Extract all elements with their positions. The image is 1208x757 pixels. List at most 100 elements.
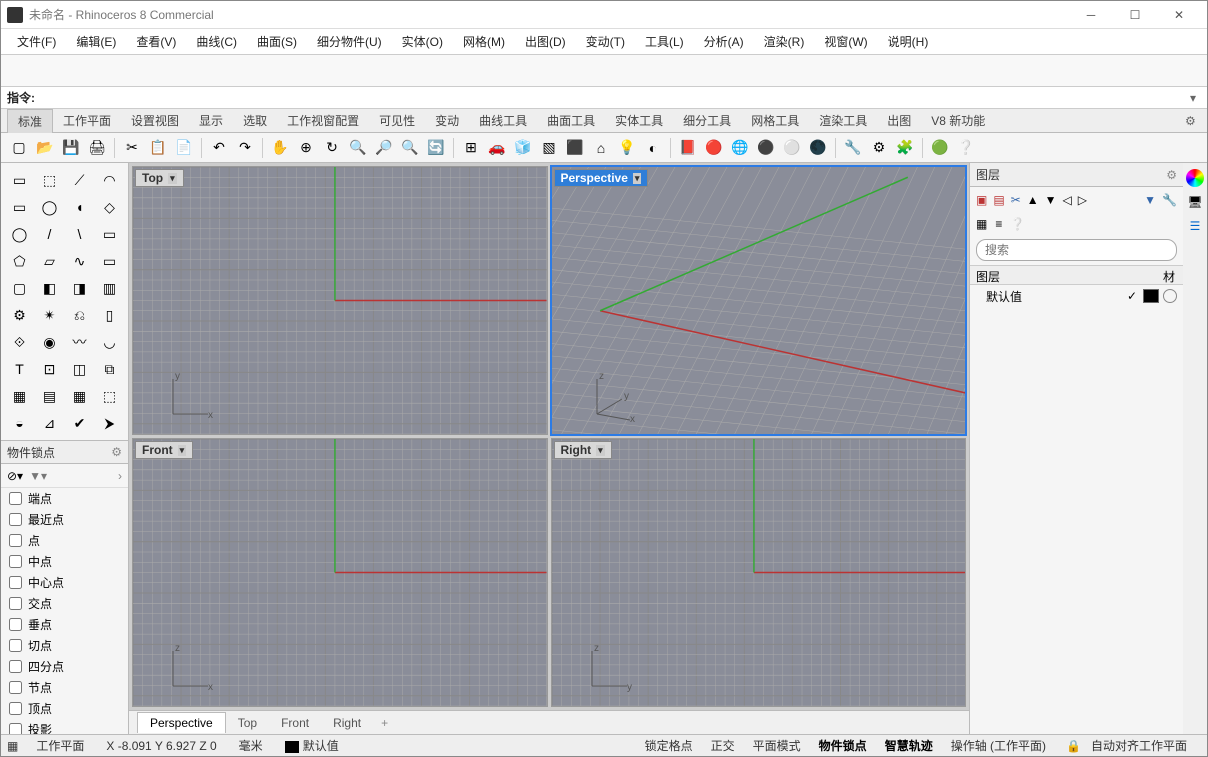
viewport-label-perspective[interactable]: Perspective▾ xyxy=(554,169,649,187)
command-line[interactable]: 指令: ▾ xyxy=(1,87,1207,109)
viewport-front[interactable]: Front▾ z x xyxy=(132,438,548,707)
gear-icon[interactable]: ⚙ xyxy=(1166,168,1177,182)
layer-right-icon[interactable]: ▷ xyxy=(1078,193,1087,207)
chevron-right-icon[interactable]: › xyxy=(118,469,122,483)
gear-icon[interactable]: ⚙ xyxy=(111,445,122,459)
toolbar-button[interactable]: ⚙ xyxy=(867,136,891,160)
tool-button[interactable]: ▤ xyxy=(35,383,64,409)
layer-up-icon[interactable]: ▲ xyxy=(1027,193,1039,207)
tool-tab[interactable]: 显示 xyxy=(189,109,233,132)
tool-button[interactable]: ⊡ xyxy=(35,356,64,382)
osnap-item[interactable]: 投影 xyxy=(1,719,128,734)
osnap-checkbox[interactable] xyxy=(9,723,22,734)
menu-item[interactable]: 工具(L) xyxy=(635,30,694,53)
status-toggle[interactable]: 智慧轨迹 xyxy=(881,739,937,753)
osnap-checkbox[interactable] xyxy=(9,555,22,568)
layer-row[interactable]: 默认值 ✓ xyxy=(970,285,1183,307)
tool-button[interactable]: ✔ xyxy=(65,410,94,436)
tool-tab[interactable]: 设置视图 xyxy=(121,109,189,132)
toolbar-button[interactable]: 🔍 xyxy=(398,136,422,160)
toolbar-button[interactable]: 🔎 xyxy=(372,136,396,160)
toolbar-button[interactable]: ❔ xyxy=(954,136,978,160)
layers-sidebar-icon[interactable]: ☰ xyxy=(1186,217,1204,235)
tool-tab[interactable]: 选取 xyxy=(233,109,277,132)
osnap-item[interactable]: 切点 xyxy=(1,635,128,656)
toolbar-button[interactable]: 🔧 xyxy=(841,136,865,160)
toolbar-button[interactable]: 🟢 xyxy=(928,136,952,160)
status-cplane[interactable]: 工作平面 xyxy=(32,737,88,754)
menu-item[interactable]: 分析(A) xyxy=(694,30,754,53)
tool-tab[interactable]: 实体工具 xyxy=(605,109,673,132)
lock-icon[interactable]: 🔒 xyxy=(1066,739,1081,753)
gear-icon[interactable]: ⚙ xyxy=(1185,114,1201,128)
osnap-filter-icon[interactable]: ▼▾ xyxy=(29,469,47,483)
toolbar-button[interactable]: 🔄 xyxy=(424,136,448,160)
chevron-down-icon[interactable]: ▾ xyxy=(168,173,177,184)
toolbar-button[interactable]: ↷ xyxy=(233,136,257,160)
status-layer[interactable]: 默认值 xyxy=(281,737,343,754)
view-tab[interactable]: Front xyxy=(269,713,321,733)
osnap-checkbox[interactable] xyxy=(9,660,22,673)
tool-button[interactable]: ⟋ xyxy=(65,167,94,193)
menu-item[interactable]: 编辑(E) xyxy=(66,30,126,53)
toolbar-button[interactable]: ⌂ xyxy=(589,136,613,160)
layer-current-check[interactable]: ✓ xyxy=(1121,289,1143,303)
tool-button[interactable]: T xyxy=(5,356,34,382)
osnap-ortho-icon[interactable]: ⊘▾ xyxy=(7,469,23,483)
toolbar-button[interactable]: ⚫ xyxy=(754,136,778,160)
tool-button[interactable]: ◒ xyxy=(5,410,34,436)
tool-button[interactable]: ⎌ xyxy=(65,302,94,328)
tool-button[interactable]: ⚙ xyxy=(5,302,34,328)
filter-icon[interactable]: ▼ xyxy=(1144,193,1156,207)
viewport-label-right[interactable]: Right▾ xyxy=(554,441,612,459)
toolbar-button[interactable]: 🧊 xyxy=(511,136,535,160)
osnap-item[interactable]: 中点 xyxy=(1,551,128,572)
menu-item[interactable]: 视窗(W) xyxy=(814,30,877,53)
tool-button[interactable]: ◧ xyxy=(35,275,64,301)
tool-tab[interactable]: 工作平面 xyxy=(53,109,121,132)
toolbar-button[interactable]: ◐ xyxy=(641,136,665,160)
status-toggle[interactable]: 锁定格点 xyxy=(641,739,697,753)
tool-button[interactable]: ▭ xyxy=(5,167,34,193)
chevron-down-icon[interactable]: ▾ xyxy=(596,445,605,456)
view-tab[interactable]: Perspective xyxy=(137,712,226,733)
minimize-button[interactable]: ─ xyxy=(1069,1,1113,29)
tools-icon[interactable]: 🔧 xyxy=(1162,193,1177,207)
new-sublayer-icon[interactable]: ▤ xyxy=(993,193,1004,207)
menu-item[interactable]: 渲染(R) xyxy=(754,30,815,53)
toolbar-button[interactable]: ⊕ xyxy=(294,136,318,160)
menu-item[interactable]: 查看(V) xyxy=(126,30,186,53)
toolbar-button[interactable]: 💾 xyxy=(59,136,83,160)
toolbar-button[interactable]: 🌑 xyxy=(806,136,830,160)
osnap-item[interactable]: 节点 xyxy=(1,677,128,698)
tool-button[interactable]: ⬚ xyxy=(95,383,124,409)
toolbar-button[interactable]: ⬛ xyxy=(563,136,587,160)
toolbar-button[interactable]: 💡 xyxy=(615,136,639,160)
toolbar-button[interactable]: ✋ xyxy=(268,136,292,160)
menu-item[interactable]: 说明(H) xyxy=(878,30,939,53)
close-button[interactable]: ✕ xyxy=(1157,1,1201,29)
layers-header-name[interactable]: 图层 xyxy=(970,266,1155,284)
list-view-icon[interactable]: ≡ xyxy=(995,217,1002,231)
menu-item[interactable]: 曲面(S) xyxy=(247,30,307,53)
tool-button[interactable]: ◨ xyxy=(65,275,94,301)
tool-button[interactable]: ∿ xyxy=(65,248,94,274)
tool-button[interactable]: ◖ xyxy=(65,194,94,220)
toolbar-button[interactable]: 📄 xyxy=(172,136,196,160)
tool-button[interactable]: ⟐ xyxy=(5,329,34,355)
osnap-item[interactable]: 端点 xyxy=(1,488,128,509)
layers-search-input[interactable] xyxy=(976,239,1177,261)
viewport-label-top[interactable]: Top▾ xyxy=(135,169,184,187)
toolbar-button[interactable]: 📂 xyxy=(33,136,57,160)
tool-button[interactable]: ◡ xyxy=(95,329,124,355)
status-toggle[interactable]: 自动对齐工作平面 xyxy=(1087,739,1191,753)
toolbar-button[interactable]: ⚪ xyxy=(780,136,804,160)
tool-button[interactable]: ◯ xyxy=(35,194,64,220)
toolbar-button[interactable]: ✂ xyxy=(120,136,144,160)
tool-button[interactable]: 〰 xyxy=(65,329,94,355)
tool-button[interactable]: ◇ xyxy=(95,194,124,220)
menu-item[interactable]: 细分物件(U) xyxy=(307,30,392,53)
display-panel-icon[interactable]: 🖥 xyxy=(1186,193,1204,211)
toolbar-button[interactable]: 🧩 xyxy=(893,136,917,160)
osnap-checkbox[interactable] xyxy=(9,534,22,547)
